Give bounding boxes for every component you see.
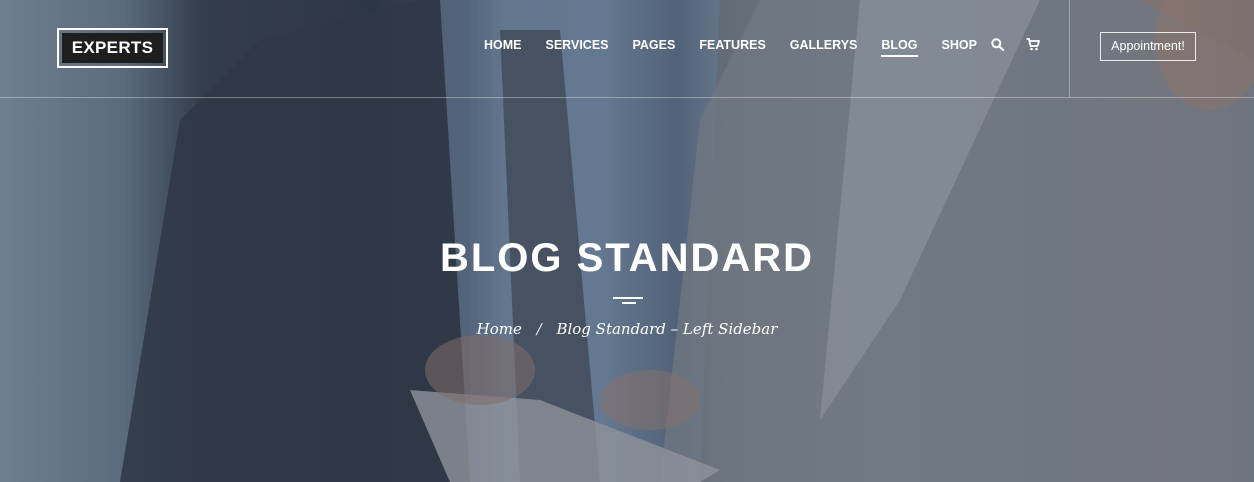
- nav-item-gallerys[interactable]: GALLERYS: [790, 38, 858, 57]
- breadcrumb-current: Blog Standard – Left Sidebar: [556, 320, 778, 338]
- page-title: BLOG STANDARD: [439, 236, 815, 280]
- header-bottom-divider: [0, 97, 1254, 98]
- nav-item-shop[interactable]: SHOP: [942, 38, 977, 57]
- logo-text: EXPERTS: [62, 33, 163, 63]
- breadcrumb: Home / Blog Standard – Left Sidebar: [0, 320, 1254, 338]
- nav-item-pages[interactable]: PAGES: [633, 38, 676, 57]
- nav-item-features[interactable]: FEATURES: [699, 38, 765, 57]
- appointment-button[interactable]: Appointment!: [1100, 32, 1196, 61]
- nav-item-blog[interactable]: BLOG: [881, 38, 918, 57]
- search-icon[interactable]: [991, 38, 1005, 56]
- nav-item-home[interactable]: HOME: [484, 38, 522, 57]
- cart-icon[interactable]: [1026, 38, 1040, 56]
- hero-banner: EXPERTS HOME SERVICES PAGES FEATURES GAL…: [0, 0, 1254, 482]
- main-nav: HOME SERVICES PAGES FEATURES GALLERYS BL…: [484, 38, 1001, 57]
- nav-item-services[interactable]: SERVICES: [546, 38, 609, 57]
- title-underline-accent: [622, 302, 636, 304]
- breadcrumb-separator: /: [536, 320, 542, 338]
- title-underline: [613, 297, 643, 299]
- breadcrumb-home-link[interactable]: Home: [477, 320, 522, 338]
- site-logo[interactable]: EXPERTS: [57, 28, 168, 68]
- header-vertical-divider: [1069, 0, 1070, 97]
